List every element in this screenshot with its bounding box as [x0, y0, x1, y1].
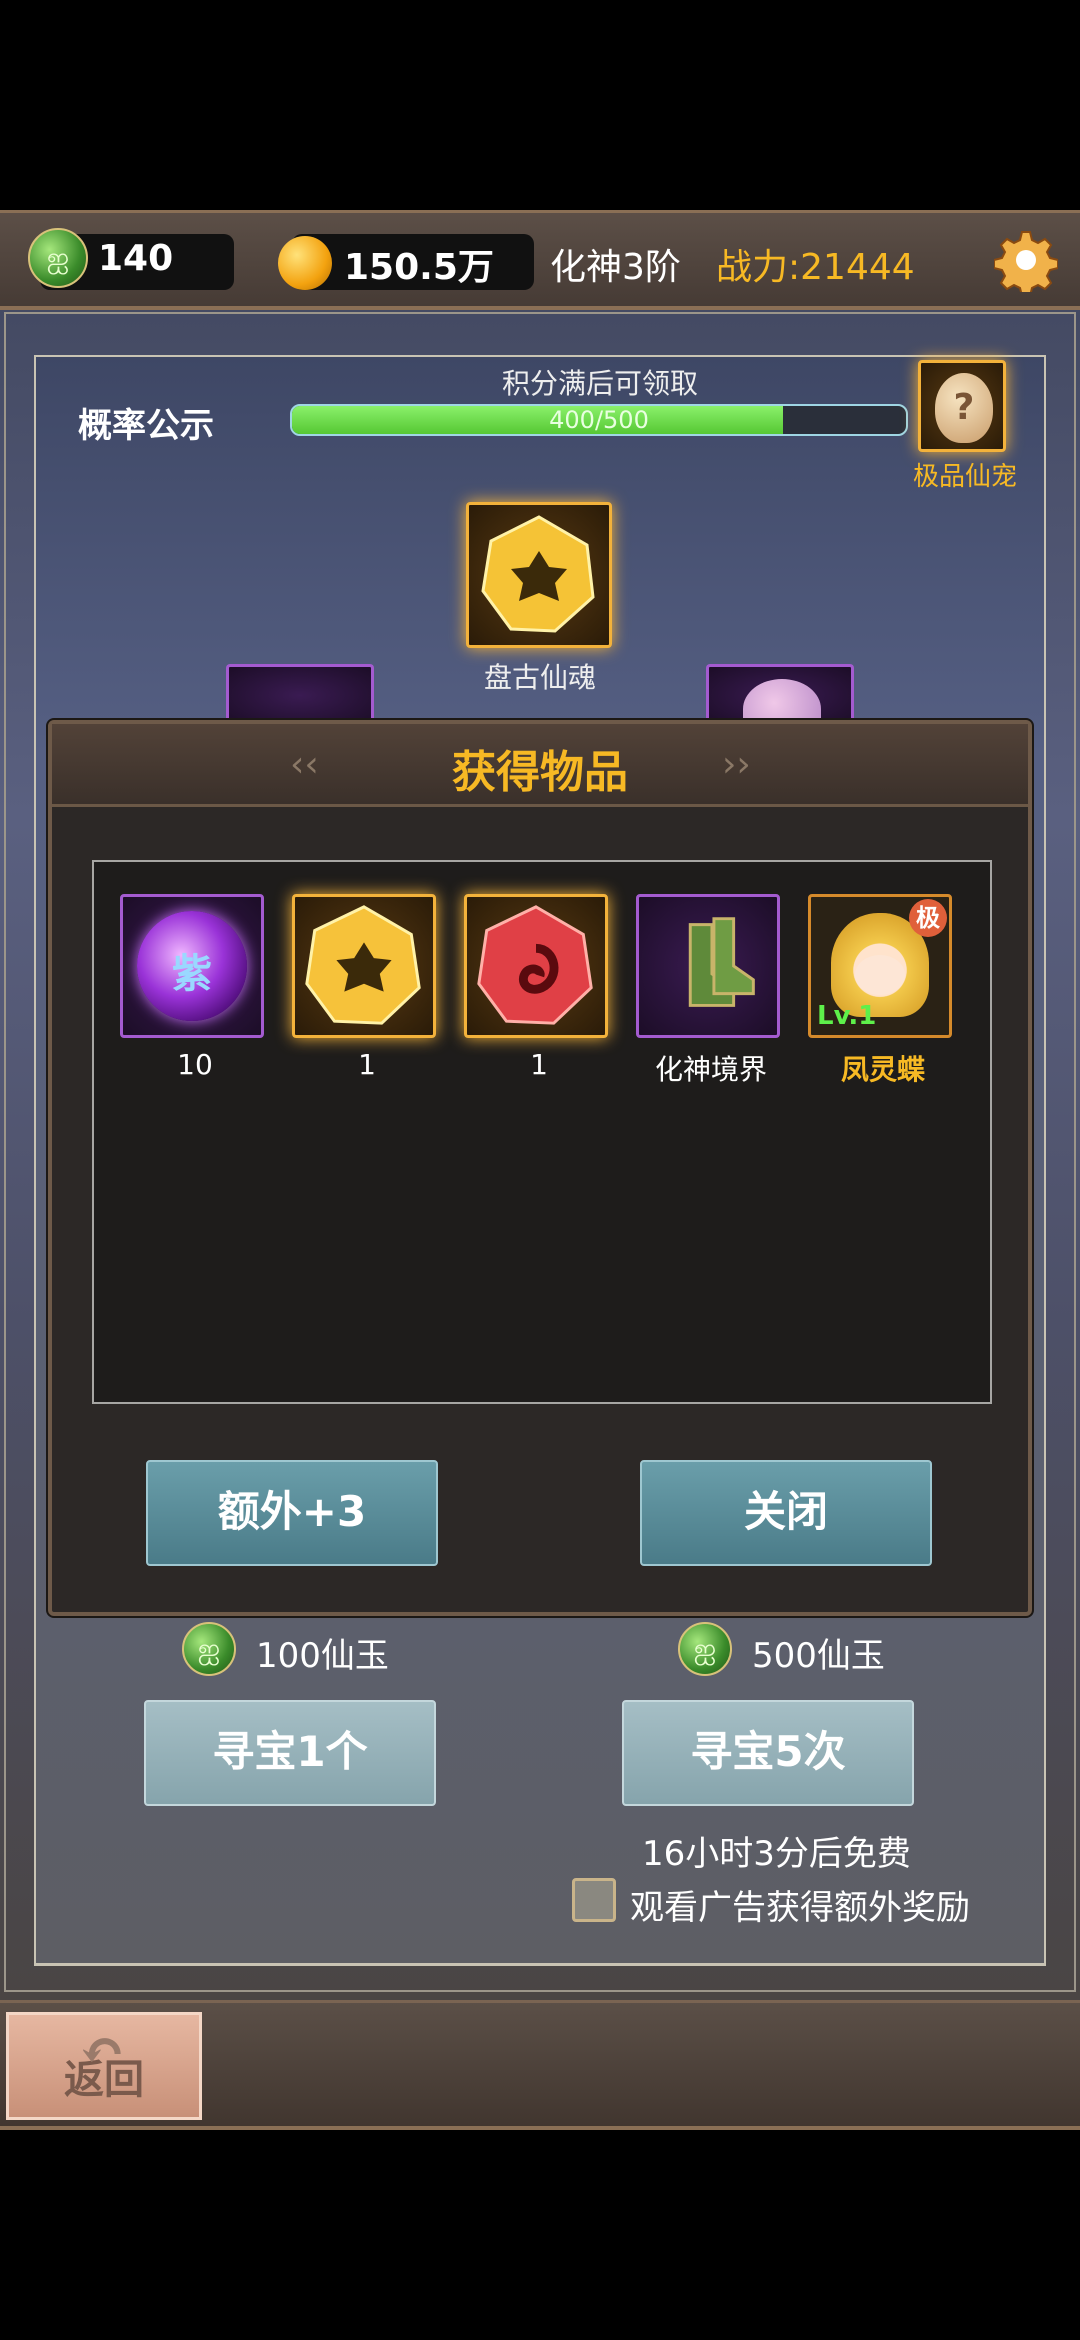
center-item-label: 盘古仙魂	[483, 661, 596, 694]
reward-label: 极品仙宠	[912, 462, 1017, 492]
item-count-1: 10	[177, 1048, 213, 1081]
gold-count: 150.5万	[344, 247, 494, 288]
realm-text: 化神3阶	[550, 247, 681, 288]
purple-orb-icon[interactable]: 紫	[120, 894, 264, 1038]
gold-coin-icon	[278, 236, 332, 290]
jade-count: 140	[98, 238, 174, 279]
left-purple-item-icon	[226, 664, 374, 724]
green-boots-icon[interactable]	[636, 894, 780, 1038]
power-text: 战力:21444	[716, 247, 915, 288]
back-arrow-icon: ↶	[79, 2018, 126, 2084]
probability-link[interactable]: 概率公示	[78, 398, 214, 447]
right-egg-item-icon	[706, 664, 854, 739]
pet-level: Lv.1	[817, 1001, 877, 1031]
free-timer: 16小时3分后免费	[642, 1834, 911, 1874]
pet-character-icon[interactable]: 极 Lv.1	[808, 894, 952, 1038]
jade-icon-1: ஐ	[182, 1622, 236, 1676]
dialog-title: 获得物品	[452, 747, 628, 798]
cost-1: 100仙玉	[256, 1636, 389, 1676]
jade-icon: ஐ	[28, 228, 88, 288]
close-button[interactable]: 关闭	[640, 1460, 932, 1566]
extra-plus3-button[interactable]: 额外+3	[146, 1460, 438, 1566]
red-gem-icon[interactable]	[464, 894, 608, 1038]
settings-gear-icon[interactable]	[993, 228, 1059, 297]
progress-text: 400/500	[549, 406, 649, 434]
jade-icon-5: ஐ	[678, 1622, 732, 1676]
realm-item-label: 化神境界	[654, 1053, 767, 1086]
ad-checkbox[interactable]	[572, 1878, 616, 1922]
item-count-2: 1	[358, 1048, 376, 1081]
progress-caption: 积分满后可领取	[501, 367, 698, 400]
cost-5: 500仙玉	[752, 1636, 885, 1676]
pet-name-label: 凤灵蝶	[840, 1053, 925, 1086]
search-five-button[interactable]: 寻宝5次	[622, 1700, 914, 1806]
search-once-button[interactable]: 寻宝1个	[144, 1700, 436, 1806]
rarity-badge: 极	[909, 899, 947, 937]
gold-gem-icon[interactable]	[292, 894, 436, 1038]
ad-label: 观看广告获得额外奖励	[630, 1888, 970, 1928]
center-gold-gem-icon[interactable]	[466, 502, 612, 648]
item-count-3: 1	[530, 1048, 548, 1081]
back-button[interactable]: ↶ 返回	[6, 2012, 202, 2120]
reward-egg-icon[interactable]: ?	[918, 360, 1006, 452]
